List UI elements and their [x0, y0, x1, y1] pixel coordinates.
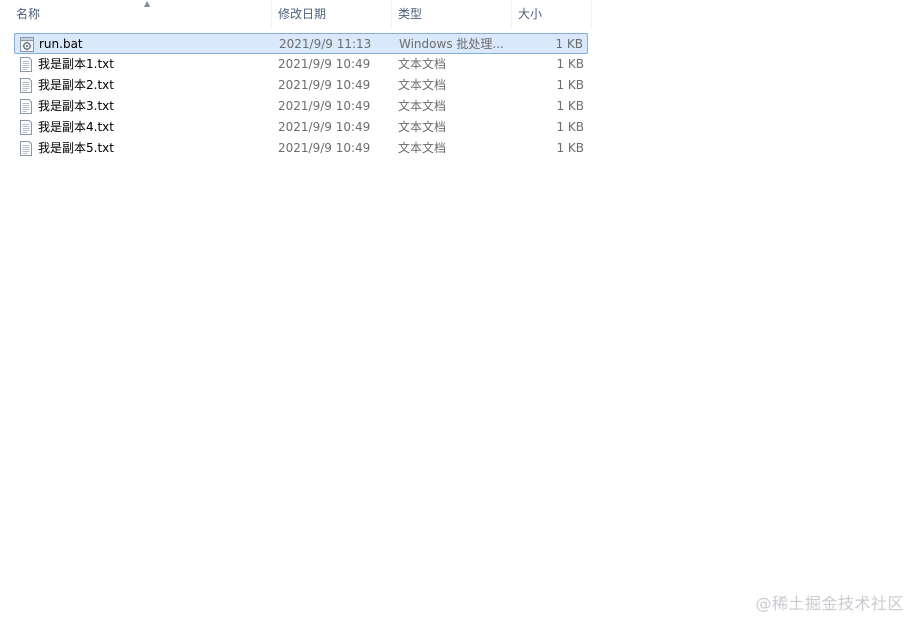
column-header-modified[interactable]: 修改日期 — [272, 0, 392, 28]
file-size: 1 KB — [556, 57, 584, 71]
file-size: 1 KB — [556, 120, 584, 134]
file-modified: 2021/9/9 10:49 — [278, 57, 371, 71]
file-size: 1 KB — [556, 99, 584, 113]
column-header-size-label: 大小 — [518, 7, 543, 21]
column-header-type[interactable]: 类型 — [392, 0, 512, 28]
file-modified: 2021/9/9 10:49 — [278, 141, 371, 155]
column-header-name-label: 名称 — [16, 7, 41, 21]
file-name: 我是副本1.txt — [38, 57, 114, 71]
file-size: 1 KB — [555, 37, 583, 51]
file-modified: 2021/9/9 11:13 — [279, 37, 372, 51]
batch-file-icon — [20, 37, 34, 52]
file-modified: 2021/9/9 10:49 — [278, 99, 371, 113]
file-type: Windows 批处理... — [399, 37, 504, 51]
text-file-icon — [20, 78, 32, 93]
file-row-copy-2[interactable]: 我是副本2.txt 2021/9/9 10:49 文本文档 1 KB — [14, 75, 588, 96]
file-type: 文本文档 — [398, 57, 447, 71]
column-header-type-label: 类型 — [398, 7, 423, 21]
file-type: 文本文档 — [398, 141, 447, 155]
file-type: 文本文档 — [398, 120, 447, 134]
file-row-copy-4[interactable]: 我是副本4.txt 2021/9/9 10:49 文本文档 1 KB — [14, 117, 588, 138]
file-modified: 2021/9/9 10:49 — [278, 78, 371, 92]
file-row-copy-1[interactable]: 我是副本1.txt 2021/9/9 10:49 文本文档 1 KB — [14, 54, 588, 75]
file-row-run-bat[interactable]: run.bat 2021/9/9 11:13 Windows 批处理... 1 … — [14, 33, 588, 54]
column-header-name[interactable]: 名称 ▲ — [10, 0, 272, 28]
text-file-icon — [20, 57, 32, 72]
file-type: 文本文档 — [398, 99, 447, 113]
column-header-size[interactable]: 大小 — [512, 0, 592, 28]
sort-ascending-icon: ▲ — [144, 0, 151, 8]
file-name: 我是副本4.txt — [38, 120, 114, 134]
column-header-bar: 名称 ▲ 修改日期 类型 大小 — [0, 0, 594, 28]
file-name: 我是副本2.txt — [38, 78, 114, 92]
text-file-icon — [20, 141, 32, 156]
text-file-icon — [20, 120, 32, 135]
file-size: 1 KB — [556, 141, 584, 155]
file-name: 我是副本3.txt — [38, 99, 114, 113]
column-header-modified-label: 修改日期 — [278, 7, 327, 21]
watermark: @稀土掘金技术社区 — [755, 594, 904, 613]
file-row-copy-5[interactable]: 我是副本5.txt 2021/9/9 10:49 文本文档 1 KB — [14, 138, 588, 159]
text-file-icon — [20, 99, 32, 114]
file-size: 1 KB — [556, 78, 584, 92]
file-name: run.bat — [39, 37, 83, 51]
file-name: 我是副本5.txt — [38, 141, 114, 155]
file-modified: 2021/9/9 10:49 — [278, 120, 371, 134]
file-row-copy-3[interactable]: 我是副本3.txt 2021/9/9 10:49 文本文档 1 KB — [14, 96, 588, 117]
file-type: 文本文档 — [398, 78, 447, 92]
